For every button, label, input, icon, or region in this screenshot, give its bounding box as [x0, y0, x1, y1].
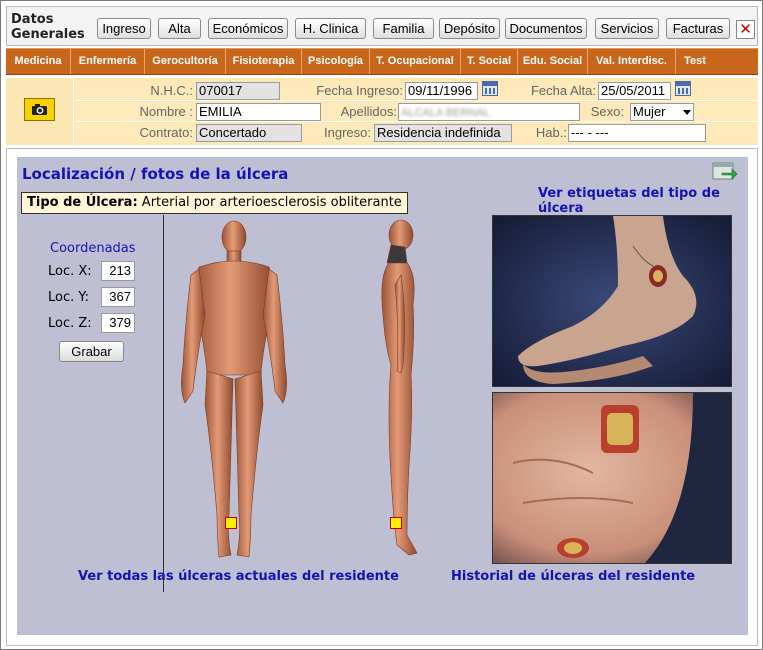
app-window: Datos Generales Ingreso Alta Económicos …	[0, 0, 763, 650]
top-toolbar: Datos Generales Ingreso Alta Económicos …	[6, 6, 758, 46]
contrato-label: Contrato:	[139, 125, 193, 140]
module-menu: Medicina Enfermería Gerocultoría Fisiote…	[6, 48, 758, 75]
body-front-figure[interactable]	[169, 215, 299, 567]
familia-button[interactable]: Familia	[373, 18, 434, 39]
ingreso-field: Residencia indefinida	[374, 124, 512, 142]
ulcer-photo-2[interactable]	[492, 392, 732, 564]
contrato-field: Concertado	[196, 124, 302, 142]
panel-title: Localización / fotos de la úlcera	[22, 165, 289, 183]
camera-icon[interactable]	[24, 98, 55, 121]
chevron-down-icon	[683, 110, 691, 115]
menu-item-enfermeria[interactable]: Enfermería	[71, 49, 145, 74]
loc-y-field[interactable]: 367	[101, 287, 135, 307]
ver-todas-ulceras-link[interactable]: Ver todas las úlceras actuales del resid…	[78, 569, 399, 584]
header-row-3: Contrato: Concertado Ingreso: Residencia…	[75, 123, 758, 143]
servicios-button[interactable]: Servicios	[595, 18, 659, 39]
ingreso-label: Ingreso:	[324, 125, 371, 140]
nhc-field: 070017	[196, 82, 280, 100]
historial-ulceras-link[interactable]: Historial de úlceras del residente	[451, 569, 695, 584]
fecha-alta-field[interactable]: 25/05/2011	[598, 82, 671, 100]
header-row-2: Nombre : EMILIA Apellidos: ALCALA BERNAL…	[75, 102, 758, 122]
facturas-button[interactable]: Facturas	[666, 18, 730, 39]
tipo-ulcera-label: Tipo de Úlcera:	[27, 195, 138, 210]
calendar-icon[interactable]	[482, 81, 498, 96]
patient-header: N.H.C.: 070017 Fecha Ingreso: 09/11/1996…	[6, 78, 758, 145]
nhc-label: N.H.C.:	[150, 83, 193, 98]
apellidos-field[interactable]: ALCALA BERNAL	[398, 103, 580, 121]
close-icon[interactable]: ✕	[736, 20, 755, 39]
photo-area	[6, 78, 74, 145]
alta-button[interactable]: Alta	[158, 18, 201, 39]
sexo-select[interactable]: Mujer	[630, 103, 694, 121]
grabar-button[interactable]: Grabar	[59, 341, 124, 362]
calendar-icon[interactable]	[675, 81, 691, 96]
body-side-figure[interactable]	[367, 215, 437, 567]
hab-field[interactable]: --- - ---	[568, 124, 706, 142]
loc-z-field[interactable]: 379	[101, 313, 135, 333]
h-clinica-button[interactable]: H. Clinica	[295, 18, 366, 39]
ingreso-button[interactable]: Ingreso	[97, 18, 151, 39]
menu-item-val-interdisc[interactable]: Val. Interdisc.	[588, 49, 676, 74]
menu-item-gerocultoria[interactable]: Gerocultoría	[145, 49, 226, 74]
sexo-value: Mujer	[633, 104, 666, 119]
divider	[163, 215, 164, 592]
menu-item-t-social[interactable]: T. Social	[461, 49, 518, 74]
fecha-alta-label: Fecha Alta:	[530, 83, 596, 98]
main-content: Localización / fotos de la úlcera Ver et…	[6, 148, 758, 646]
fecha-ingreso-label: Fecha Ingreso:	[316, 83, 403, 98]
economicos-button[interactable]: Económicos	[208, 18, 288, 39]
hab-label: Hab.:	[535, 125, 567, 140]
menu-item-fisioterapia[interactable]: Fisioterapia	[226, 49, 302, 74]
apellidos-label: Apellidos:	[340, 104, 397, 119]
nombre-label: Nombre :	[139, 104, 193, 119]
header-row-1: N.H.C.: 070017 Fecha Ingreso: 09/11/1996…	[75, 81, 758, 101]
ver-etiquetas-link[interactable]: Ver etiquetas del tipo de úlcera	[538, 186, 748, 216]
sexo-label: Sexo:	[590, 104, 624, 119]
tipo-ulcera-box: Tipo de Úlcera: Arterial por arterioescl…	[21, 192, 408, 214]
section-title: Datos Generales	[11, 12, 85, 42]
ulcer-photo-1[interactable]	[492, 215, 732, 387]
apellidos-value: ALCALA BERNAL	[401, 107, 490, 119]
deposito-button[interactable]: Depósito	[439, 18, 500, 39]
coordenadas-title: Coordenadas	[50, 241, 136, 256]
ulcer-marker-side[interactable]	[390, 517, 402, 529]
menu-item-edu-social[interactable]: Edu. Social	[518, 49, 588, 74]
return-arrow-icon[interactable]	[712, 161, 738, 183]
loc-x-label: Loc. X:	[48, 264, 92, 279]
menu-item-psicologia[interactable]: Psicología	[302, 49, 370, 74]
menu-item-t-ocupacional[interactable]: T. Ocupacional	[370, 49, 461, 74]
ulcer-marker-front[interactable]	[225, 517, 237, 529]
loc-x-field[interactable]: 213	[101, 261, 135, 281]
menu-item-medicina[interactable]: Medicina	[6, 49, 71, 74]
ulcer-panel: Localización / fotos de la úlcera Ver et…	[17, 157, 748, 635]
nombre-field[interactable]: EMILIA	[196, 103, 321, 121]
fecha-ingreso-field[interactable]: 09/11/1996	[405, 82, 478, 100]
loc-y-label: Loc. Y:	[48, 290, 89, 305]
loc-z-label: Loc. Z:	[48, 316, 92, 331]
tipo-ulcera-value: Arterial por arterioesclerosis obliteran…	[141, 195, 402, 210]
documentos-button[interactable]: Documentos	[505, 18, 587, 39]
menu-item-test[interactable]: Test	[676, 49, 714, 74]
